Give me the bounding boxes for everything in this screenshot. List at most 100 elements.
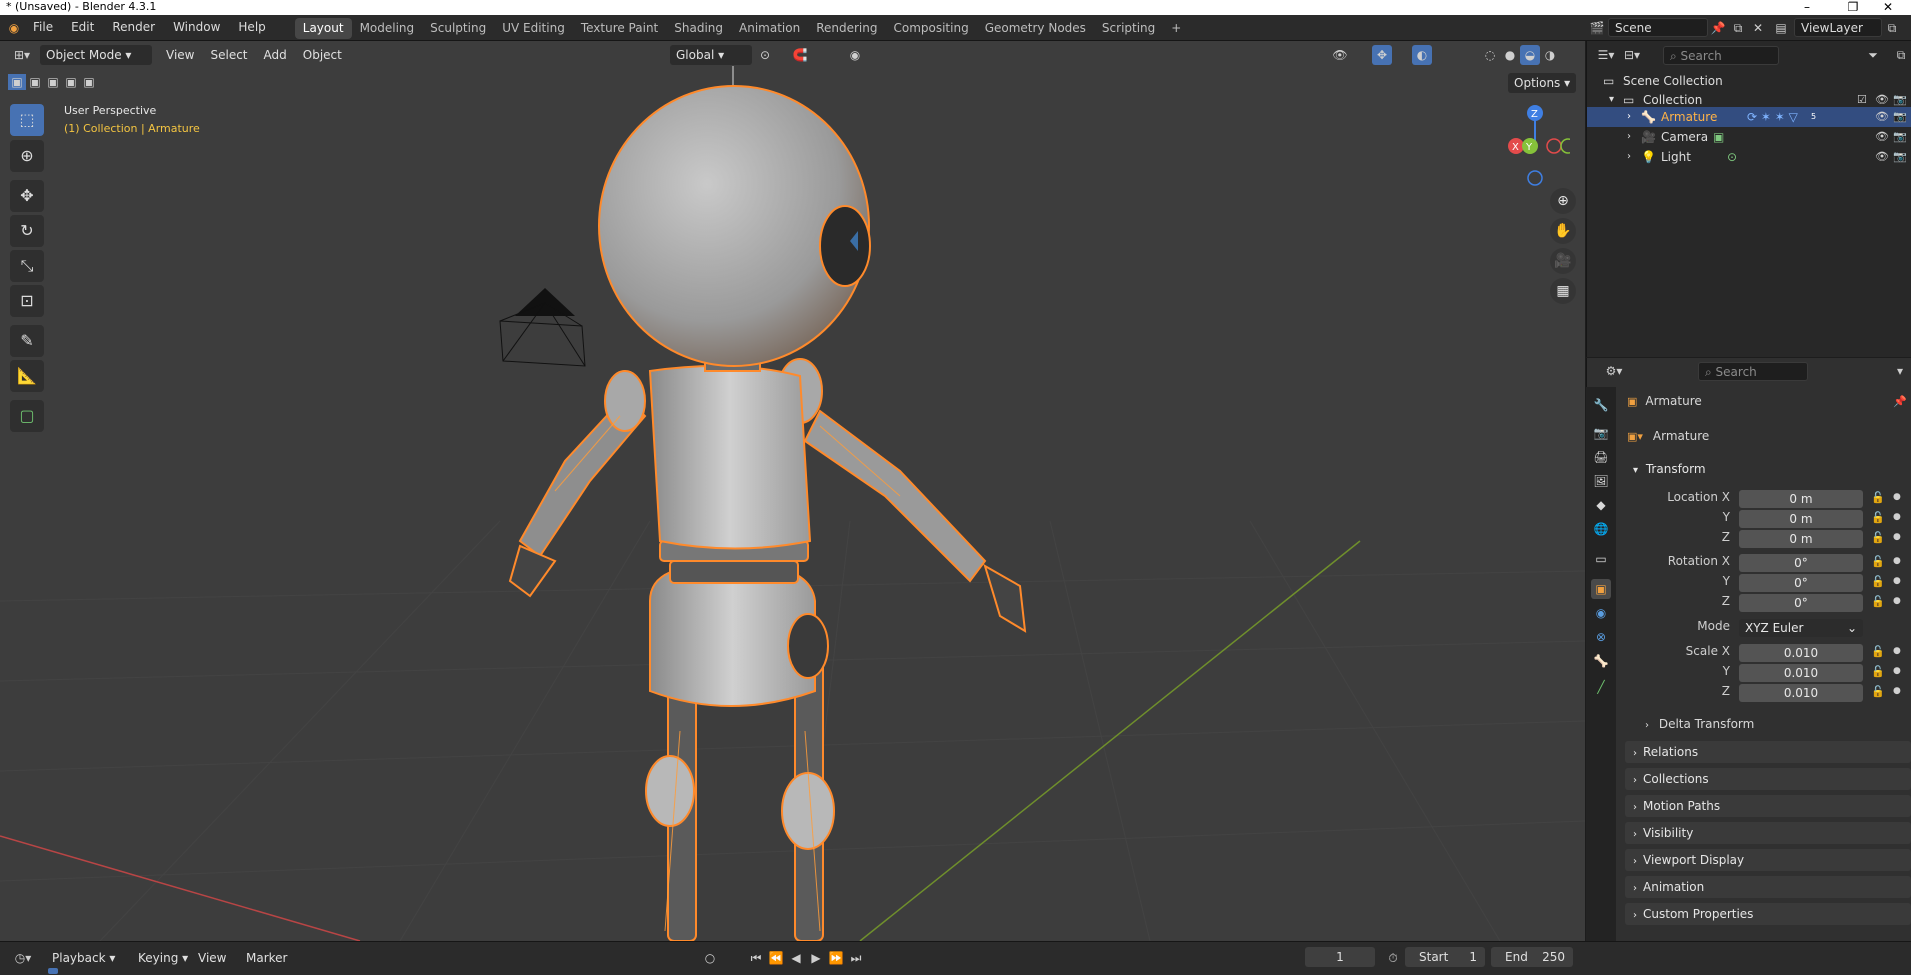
object-tab-icon[interactable]: ▣ [1591, 579, 1611, 599]
menu-object[interactable]: Object [295, 44, 350, 66]
orientation-select[interactable]: Global ▾ [670, 45, 752, 65]
keyframe-dot[interactable]: ● [1893, 596, 1901, 606]
lock-icon[interactable]: 🔓 [1871, 531, 1885, 544]
keyframe-dot[interactable]: ● [1893, 576, 1901, 586]
current-frame-field[interactable]: 1 [1305, 947, 1375, 967]
keyframe-dot[interactable]: ● [1893, 666, 1901, 676]
properties-options-icon[interactable]: ▾ [1890, 361, 1910, 381]
gizmo-neg-y[interactable] [1560, 138, 1570, 154]
menu-render[interactable]: Render [103, 15, 164, 40]
solid-shading-icon[interactable]: ● [1500, 45, 1520, 65]
new-scene-icon[interactable]: ⧉ [1728, 18, 1748, 38]
menu-file[interactable]: File [24, 15, 62, 40]
close-button[interactable]: ✕ [1865, 0, 1911, 15]
tab-modeling[interactable]: Modeling [352, 18, 423, 39]
tab-geometry-nodes[interactable]: Geometry Nodes [977, 18, 1094, 39]
pan-hand-icon[interactable]: ✋ [1550, 218, 1576, 244]
object-data-tab-icon[interactable]: 🦴 [1591, 651, 1611, 671]
gizmo-neg-z[interactable] [1527, 170, 1543, 186]
material-shading-icon[interactable]: ◒ [1520, 45, 1540, 65]
annotate-tool-icon[interactable]: ✎ [10, 325, 44, 357]
keyframe-dot[interactable]: ● [1893, 532, 1901, 542]
menu-select[interactable]: Select [202, 44, 255, 66]
rotation-z-field[interactable]: 0° [1739, 594, 1863, 612]
lock-icon[interactable]: 🔓 [1871, 685, 1885, 698]
new-collection-icon[interactable]: ⧉ [1891, 45, 1911, 65]
play-reverse-icon[interactable]: ◀ [786, 948, 806, 968]
keyframe-dot[interactable]: ● [1893, 512, 1901, 522]
tab-rendering[interactable]: Rendering [808, 18, 885, 39]
tab-layout[interactable]: Layout [294, 18, 352, 39]
light-render-icon[interactable]: 📷 [1893, 147, 1907, 167]
menu-add[interactable]: Add [256, 44, 295, 66]
scene-icon[interactable]: 🎬 [1586, 18, 1608, 38]
play-icon[interactable]: ▶ [806, 948, 826, 968]
transform-panel-header[interactable]: ▾ Transform [1625, 458, 1911, 480]
rotation-x-field[interactable]: 0° [1739, 554, 1863, 572]
outliner-item-light[interactable]: › 💡 Light ⊙ 👁 📷 [1587, 147, 1911, 167]
outliner-scene-collection[interactable]: ▭ Scene Collection [1587, 71, 1911, 91]
select-intersect-icon[interactable]: ▣ [80, 74, 98, 90]
tab-sculpting[interactable]: Sculpting [422, 18, 494, 39]
playhead[interactable] [48, 968, 58, 974]
lock-icon[interactable]: 🔓 [1871, 665, 1885, 678]
physics-tab-icon[interactable]: ◉ [1591, 603, 1611, 623]
visibility-panel-header[interactable]: › Visibility [1625, 822, 1911, 844]
location-z-field[interactable]: 0 m [1739, 530, 1863, 548]
display-mode-icon[interactable]: ⊟▾ [1619, 45, 1645, 65]
tool-tab-icon[interactable]: 🔧 [1591, 395, 1611, 415]
armature-render-icon[interactable]: 📷 [1893, 107, 1907, 127]
pin-properties-icon[interactable]: 📌 [1893, 395, 1907, 408]
tab-compositing[interactable]: Compositing [885, 18, 976, 39]
delta-transform-subpanel[interactable]: › Delta Transform [1645, 714, 1754, 734]
filter-icon[interactable]: ⏷ [1863, 45, 1883, 65]
scale-tool-icon[interactable]: ⤡ [10, 250, 44, 282]
stopwatch-icon[interactable]: ⏱ [1383, 948, 1403, 968]
light-eye-icon[interactable]: 👁 [1875, 147, 1889, 167]
menu-view[interactable]: View [158, 44, 202, 66]
outliner-item-camera[interactable]: › 🎥 Camera ▣ 👁 📷 [1587, 127, 1911, 147]
motion-paths-panel-header[interactable]: › Motion Paths [1625, 795, 1911, 817]
move-tool-icon[interactable]: ✥ [10, 180, 44, 212]
outliner-editor-type-icon[interactable]: ☰▾ [1593, 45, 1619, 65]
pivot-icon[interactable]: ⊙ [755, 45, 775, 65]
auto-key-icon[interactable]: ○ [700, 948, 720, 968]
zoom-icon[interactable]: ⊕ [1550, 188, 1576, 214]
lock-icon[interactable]: 🔓 [1871, 511, 1885, 524]
lock-icon[interactable]: 🔓 [1871, 575, 1885, 588]
camera-eye-icon[interactable]: 👁 [1875, 127, 1889, 147]
prev-keyframe-icon[interactable]: ⏪ [766, 948, 786, 968]
add-cube-tool-icon[interactable]: ▢ [10, 400, 44, 432]
lock-icon[interactable]: 🔓 [1871, 555, 1885, 568]
expand-chevron-icon[interactable]: › [1627, 127, 1631, 147]
location-x-field[interactable]: 0 m [1739, 490, 1863, 508]
select-box-tool-icon[interactable]: ⬚ [10, 104, 44, 136]
overlay-toggle-icon[interactable]: ◐ [1412, 45, 1432, 65]
render-tab-icon[interactable]: 📷 [1591, 423, 1611, 443]
camera-object[interactable] [499, 288, 586, 367]
expand-chevron-icon[interactable]: › [1627, 107, 1631, 127]
menu-playback[interactable]: Playback ▾ [44, 947, 123, 969]
end-frame-field[interactable]: End 250 [1491, 947, 1573, 967]
keyframe-dot[interactable]: ● [1893, 492, 1901, 502]
camera-view-icon[interactable]: 🎥 [1550, 248, 1576, 274]
menu-keying[interactable]: Keying ▾ [130, 947, 196, 969]
scale-z-field[interactable]: 0.010 [1739, 684, 1863, 702]
select-invert-icon[interactable]: ▣ [62, 74, 80, 90]
mode-select[interactable]: Object Mode ▾ [40, 45, 152, 65]
expand-chevron-icon[interactable]: › [1627, 147, 1631, 167]
menu-help[interactable]: Help [229, 15, 274, 40]
measure-tool-icon[interactable]: 📐 [10, 360, 44, 392]
menu-window[interactable]: Window [164, 15, 229, 40]
select-new-icon[interactable]: ▣ [8, 74, 26, 90]
visibility-icon[interactable]: 👁 [1330, 45, 1350, 65]
editor-type-icon[interactable]: ⊞▾ [8, 45, 36, 65]
properties-editor-type-icon[interactable]: ⚙▾ [1600, 361, 1628, 381]
tab-animation[interactable]: Animation [731, 18, 808, 39]
outliner-search-input[interactable]: ⌕ Search [1663, 45, 1779, 65]
custom-properties-panel-header[interactable]: › Custom Properties [1625, 903, 1911, 925]
navigation-gizmo[interactable]: Z X Y [1490, 100, 1570, 190]
output-tab-icon[interactable]: 🖨 [1591, 447, 1611, 467]
lock-icon[interactable]: 🔓 [1871, 491, 1885, 504]
add-workspace-button[interactable]: + [1163, 18, 1189, 39]
